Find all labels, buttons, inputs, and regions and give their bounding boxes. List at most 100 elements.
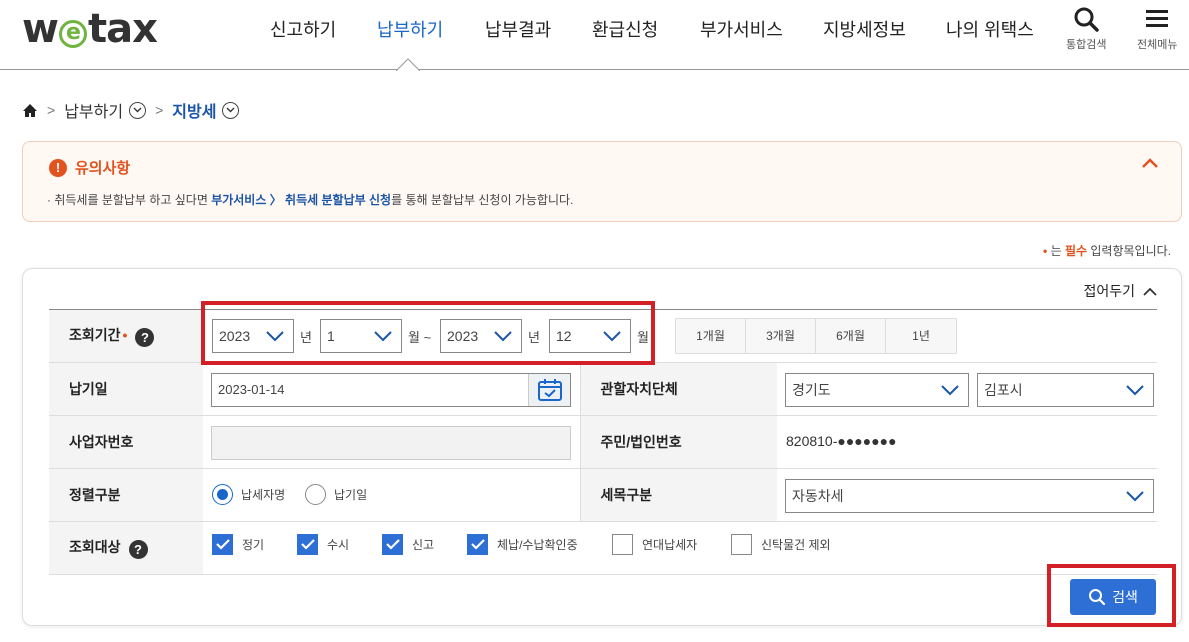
- resident-no-label: 주민/법인번호: [579, 415, 777, 469]
- quick-period-buttons: 1개월 3개월 6개월 1년: [675, 318, 957, 354]
- quick-3month-button[interactable]: 3개월: [746, 319, 816, 353]
- checkbox-empty-icon: [731, 534, 752, 555]
- nav-payment[interactable]: 납부하기: [377, 16, 443, 42]
- province-value: 경기도: [792, 382, 831, 398]
- tax-item-cell: 자동차세: [777, 468, 1157, 522]
- logo-prefix: w: [22, 6, 59, 52]
- fold-toggle[interactable]: 접어두기: [1083, 281, 1157, 301]
- menu-label: 전체메뉴: [1137, 39, 1178, 51]
- nav-my-wetax[interactable]: 나의 위택스: [946, 16, 1034, 42]
- integrated-search[interactable]: 통합검색: [1066, 6, 1106, 52]
- required-note-after: 입력항목입니다.: [1087, 244, 1171, 258]
- calendar-button[interactable]: [528, 374, 570, 406]
- breadcrumb: > 납부하기 > 지방세: [22, 98, 240, 122]
- biz-no-label: 사업자번호: [49, 415, 203, 469]
- chevron-down-icon: [603, 331, 621, 342]
- tax-item-label: 세목구분: [579, 468, 777, 522]
- start-month-select[interactable]: 1: [320, 319, 402, 353]
- nav-report[interactable]: 신고하기: [270, 16, 336, 42]
- required-word: 필수: [1064, 244, 1088, 258]
- logo-suffix: tax: [87, 6, 158, 52]
- end-year-select[interactable]: 2023: [440, 319, 522, 353]
- search-form: 조회기간 •? 2023 년 1 월 ~ 2023 년 12 월 1개월 3개월…: [49, 309, 1157, 575]
- search-button[interactable]: 검색: [1070, 579, 1156, 615]
- quick-1year-button[interactable]: 1년: [886, 319, 956, 353]
- tax-item-value: 자동차세: [792, 488, 844, 504]
- target-cell: 정기 수시 신고 체납/수납확인중 연대납세자 신탁물건 제외: [203, 521, 1157, 575]
- target-joint-taxpayer-checkbox[interactable]: 연대납세자: [612, 534, 697, 555]
- start-month-value: 1: [327, 328, 335, 344]
- notice-text-after: 를 통해 분할납부 신청이 가능합니다.: [391, 193, 574, 207]
- pay-date-field[interactable]: 2023-01-14: [211, 373, 571, 407]
- chevron-down-icon[interactable]: [222, 101, 240, 119]
- breadcrumb-level2[interactable]: 지방세: [172, 98, 216, 122]
- target-arrears-label: 체납/수납확인중: [497, 538, 578, 552]
- end-month-select[interactable]: 12: [549, 319, 631, 353]
- notice-title: ! 유의사항: [49, 157, 130, 178]
- period-label-text: 조회기간: [69, 327, 121, 343]
- chevron-down-icon: [1126, 385, 1144, 396]
- tax-item-select[interactable]: 자동차세: [785, 479, 1154, 513]
- start-year-select[interactable]: 2023: [212, 319, 294, 353]
- logo-e: e: [58, 20, 87, 48]
- radio-on-icon: [212, 484, 233, 505]
- chevron-down-icon: [374, 331, 392, 342]
- breadcrumb-separator-icon: >: [47, 102, 56, 118]
- full-menu[interactable]: 전체메뉴: [1137, 6, 1177, 52]
- target-arrears-checkbox[interactable]: 체납/수납확인중: [467, 534, 578, 555]
- target-occasional-checkbox[interactable]: 수시: [297, 534, 349, 555]
- search-panel: 접어두기 조회기간 •? 2023 년 1 월 ~ 2023 년 12 월 1개…: [22, 268, 1182, 626]
- radio-off-icon: [305, 484, 326, 505]
- breadcrumb-level1[interactable]: 납부하기: [64, 98, 123, 122]
- notice-link[interactable]: 부가서비스 〉 취득세 분할납부 신청: [211, 193, 391, 207]
- required-note-before: 는: [1050, 244, 1065, 258]
- nav-local-tax-info[interactable]: 지방세정보: [823, 16, 906, 42]
- sort-cell: 납세자명 납기일: [203, 468, 580, 522]
- target-trust-exclude-label: 신탁물건 제외: [761, 538, 831, 552]
- target-regular-checkbox[interactable]: 정기: [212, 534, 264, 555]
- required-dot: •: [1043, 244, 1048, 258]
- target-report-checkbox[interactable]: 신고: [382, 534, 434, 555]
- city-select[interactable]: 김포시: [977, 373, 1154, 407]
- sort-by-date-label: 납기일: [334, 488, 368, 502]
- year-unit-label: 년: [300, 330, 312, 345]
- home-icon[interactable]: [22, 103, 38, 118]
- chevron-up-icon[interactable]: [1141, 158, 1159, 169]
- chevron-down-icon: [941, 385, 959, 396]
- target-trust-exclude-checkbox[interactable]: 신탁물건 제외: [731, 534, 831, 555]
- chevron-down-icon[interactable]: [129, 101, 147, 119]
- jurisdiction-cell: 경기도 김포시: [777, 362, 1157, 416]
- biz-no-field: [211, 426, 571, 460]
- required-dot: •: [122, 327, 128, 343]
- exclamation-icon: !: [49, 158, 67, 177]
- fold-label: 접어두기: [1083, 283, 1135, 299]
- notice-text-before: · 취득세를 분할납부 하고 싶다면: [47, 193, 212, 207]
- biz-no-cell: [203, 415, 580, 469]
- wetax-logo[interactable]: w e tax: [22, 6, 158, 52]
- sort-by-name-radio[interactable]: 납세자명: [212, 484, 285, 505]
- quick-6month-button[interactable]: 6개월: [816, 319, 886, 353]
- period-label: 조회기간 •?: [49, 309, 203, 363]
- help-icon[interactable]: ?: [135, 328, 155, 347]
- target-label: 조회대상?: [49, 521, 203, 575]
- quick-1month-button[interactable]: 1개월: [676, 319, 746, 353]
- province-select[interactable]: 경기도: [785, 373, 969, 407]
- required-note: • 는 필수 입력항목입니다.: [1043, 242, 1171, 259]
- nav-extra-services[interactable]: 부가서비스: [700, 16, 783, 42]
- check-icon: [297, 534, 318, 555]
- chevron-up-icon: [1143, 287, 1157, 296]
- city-value: 김포시: [984, 382, 1023, 398]
- year-unit-label: 년: [528, 330, 540, 345]
- search-icon: [1089, 589, 1106, 606]
- sort-by-name-label: 납세자명: [241, 488, 286, 502]
- nav-payment-result[interactable]: 납부결과: [485, 16, 551, 42]
- target-regular-label: 정기: [242, 538, 265, 552]
- help-icon[interactable]: ?: [128, 540, 148, 559]
- sort-by-date-radio[interactable]: 납기일: [305, 484, 367, 505]
- nav-refund[interactable]: 환급신청: [592, 16, 658, 42]
- target-occasional-label: 수시: [327, 538, 350, 552]
- search-icon: [1074, 7, 1099, 32]
- month-tilde-label: 월 ~: [408, 330, 432, 345]
- chevron-down-icon: [266, 331, 284, 342]
- check-icon: [382, 534, 403, 555]
